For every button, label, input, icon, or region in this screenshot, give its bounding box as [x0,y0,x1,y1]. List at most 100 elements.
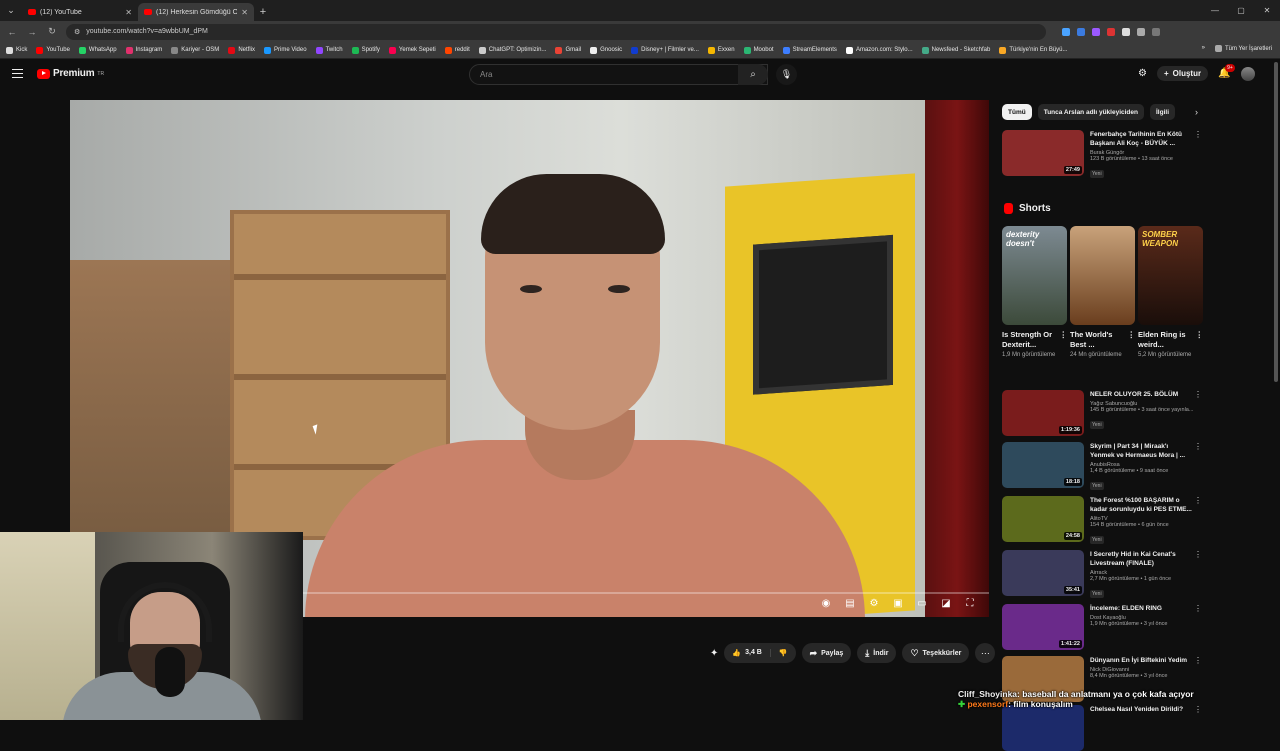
bookmark-item[interactable]: Gnoosic [590,46,622,54]
menu-icon[interactable] [12,69,23,78]
url-bar[interactable]: ⚙ youtube.com/watch?v=a9wbbUM_dPM [66,23,1046,40]
bookmark-item[interactable]: YouTube [36,46,70,54]
search-icon[interactable]: ⌕ [738,64,768,85]
notifications-icon[interactable]: 🔔 9+ [1218,64,1235,79]
bookmark-item[interactable]: reddit [444,46,470,54]
site-info-icon[interactable]: ⚙ [74,28,80,36]
short-title[interactable]: The World's Best ... [1070,330,1112,349]
recommendation-item[interactable]: 35:41 I Secretly Hid in Kai Cenat's Lives… [1002,550,1202,600]
bookmark-item[interactable]: Disney+ | Filmler ve... [631,46,699,54]
recommendation-item[interactable]: 18:18 Skyrim | Part 34 | Miraak'ı Yenmek … [1002,442,1202,492]
tab-search-icon[interactable]: ⌄ [0,0,22,21]
forward-icon[interactable]: → [26,27,38,37]
extension-icon[interactable] [1077,27,1085,36]
more-options-icon[interactable]: ⋮ [1196,330,1204,340]
close-tab-icon[interactable]: ✕ [125,8,132,17]
bookmark-item[interactable]: Kick [6,46,27,54]
browser-tab-2[interactable]: (12) Herkesin Gömdüğü O... ✕ [138,3,254,21]
account-avatar[interactable] [1240,66,1255,81]
bookmark-item[interactable]: Exxen [707,46,735,54]
close-window-icon[interactable]: ✕ [1254,0,1280,21]
bookmark-item[interactable]: Amazon.com: Stylo... [845,46,913,54]
bookmark-item[interactable]: Moobot [743,46,774,54]
all-bookmarks-button[interactable]: Tüm Yer İşaretleri [1214,45,1272,52]
extension-icon[interactable] [1062,27,1070,36]
chip-all[interactable]: Tümü [1002,104,1032,120]
video-thumbnail[interactable]: 1:41:22 [1002,604,1084,650]
recommendation-item[interactable]: 1:41:22 İnceleme: ELDEN RING Dost Kayaoğlu… [1002,604,1202,650]
cast-icon[interactable]: ◪ [939,598,953,609]
more-options-icon[interactable]: ⋮ [1194,390,1202,399]
sparkle-icon[interactable]: ✦ [710,648,718,659]
bookmark-item[interactable]: StreamElements [782,46,837,54]
chip-uploader[interactable]: Tunca Arslan adlı yükleyiciden [1037,104,1144,120]
video-thumbnail[interactable]: 27:49 [1002,130,1084,176]
bookmark-item[interactable]: ChatGPT: Optimizin... [478,46,546,54]
chevron-right-icon[interactable]: › [1195,107,1198,117]
video-thumbnail[interactable]: 18:18 [1002,442,1084,488]
extension-icon[interactable] [1092,27,1100,36]
more-options-icon[interactable]: ⋮ [1194,442,1202,451]
fullscreen-icon[interactable]: ⛶ [963,598,977,609]
video-title[interactable]: İnceleme: ELDEN RING [1090,604,1202,613]
more-options-icon[interactable]: ⋮ [1194,550,1202,559]
more-options-icon[interactable]: ⋮ [1128,330,1136,340]
back-icon[interactable]: ← [6,27,18,37]
bookmark-item[interactable]: Türkiye'nin En Büyü... [999,46,1068,54]
close-tab-icon[interactable]: ✕ [241,8,248,17]
bookmark-item[interactable]: Gmail [555,46,581,54]
page-scrollbar[interactable] [1274,62,1278,382]
bookmark-item[interactable]: Twitch [315,46,343,54]
extension-icon[interactable] [1122,27,1130,36]
video-thumbnail[interactable]: 35:41 [1002,550,1084,596]
more-options-icon[interactable]: ⋮ [1194,656,1202,665]
microphone-icon[interactable]: 🎙 [776,64,797,85]
video-title[interactable]: Fenerbahçe Tarihinin En Kötü Başkanı Ali… [1090,130,1202,148]
extension-icon[interactable] [1137,27,1145,36]
short-item[interactable]: The World's Best ... ⋮ 24 Mn görüntüleme [1070,226,1135,360]
video-title[interactable]: Skyrim | Part 34 | Miraak'ı Yenmek ve He… [1090,442,1202,460]
new-tab-button[interactable]: + [254,3,272,21]
video-title[interactable]: The Forest %100 BAŞARIM o kadar sorunluy… [1090,496,1202,514]
youtube-premium-logo[interactable]: Premium TR [37,68,104,79]
short-thumbnail[interactable]: dexterity doesn't [1002,226,1067,325]
maximize-icon[interactable]: ▢ [1228,0,1254,21]
miniplayer-icon[interactable]: ▣ [891,598,905,609]
subtitles-icon[interactable]: ▤ [843,598,857,609]
video-title[interactable]: Dünyanın En İyi Biftekini Yedim [1090,656,1202,665]
video-thumbnail[interactable]: 1:19:36 [1002,390,1084,436]
extension-icon[interactable] [1107,27,1115,36]
video-title[interactable]: I Secretly Hid in Kai Cenat's Livestream… [1090,550,1202,568]
chip-related[interactable]: İlgili [1150,104,1175,120]
thanks-button[interactable]: ♡ Teşekkürler [902,643,970,663]
video-thumbnail[interactable]: 24:58 [1002,496,1084,542]
more-options-icon[interactable]: ⋮ [1194,604,1202,613]
theater-mode-icon[interactable]: ▭ [915,598,929,609]
download-button[interactable]: ⤓ İndir [857,643,897,663]
more-options-icon[interactable]: ⋮ [1194,130,1202,139]
bookmark-item[interactable]: Netflix [228,46,255,54]
browser-tab-1[interactable]: (12) YouTube ✕ [22,3,138,21]
reload-icon[interactable]: ↻ [46,26,58,37]
autoplay-toggle-icon[interactable]: ◉ [819,598,833,609]
bookmark-item[interactable]: Kariyer - OSM [171,46,219,54]
short-title[interactable]: Is Strength Or Dexterit... [1002,330,1052,349]
short-thumbnail[interactable] [1070,226,1135,325]
recommendation-item[interactable]: Chelsea Nasıl Yeniden Dirildi? ⋮ [1002,705,1202,751]
more-options-icon[interactable]: ⋮ [1194,496,1202,505]
bookmark-item[interactable]: Instagram [125,46,162,54]
short-item[interactable]: dexterity doesn't Is Strength Or Dexteri… [1002,226,1067,360]
like-button[interactable]: 👍 3,4 B [724,649,771,657]
cast-icon[interactable]: ⚙ [1138,68,1147,79]
more-actions-icon[interactable]: ⋯ [975,643,996,663]
recommendation-item[interactable]: 1:19:36 NELER OLUYOR 25. BÖLÜM Yağız Sabun… [1002,390,1202,436]
create-button[interactable]: + Oluştur [1156,66,1209,81]
settings-icon[interactable]: ⚙ [867,598,881,609]
bookmark-item[interactable]: Prime Video [263,46,307,54]
bookmark-item[interactable]: Newsfeed - Sketchfab [921,46,990,54]
bookmark-item[interactable]: WhatsApp [78,46,117,54]
more-options-icon[interactable]: ⋮ [1060,330,1068,340]
short-thumbnail[interactable]: SOMBER WEAPON [1138,226,1203,325]
recommendation-item[interactable]: 24:58 The Forest %100 BAŞARIM o kadar sor… [1002,496,1202,546]
extension-icon[interactable] [1152,27,1160,36]
